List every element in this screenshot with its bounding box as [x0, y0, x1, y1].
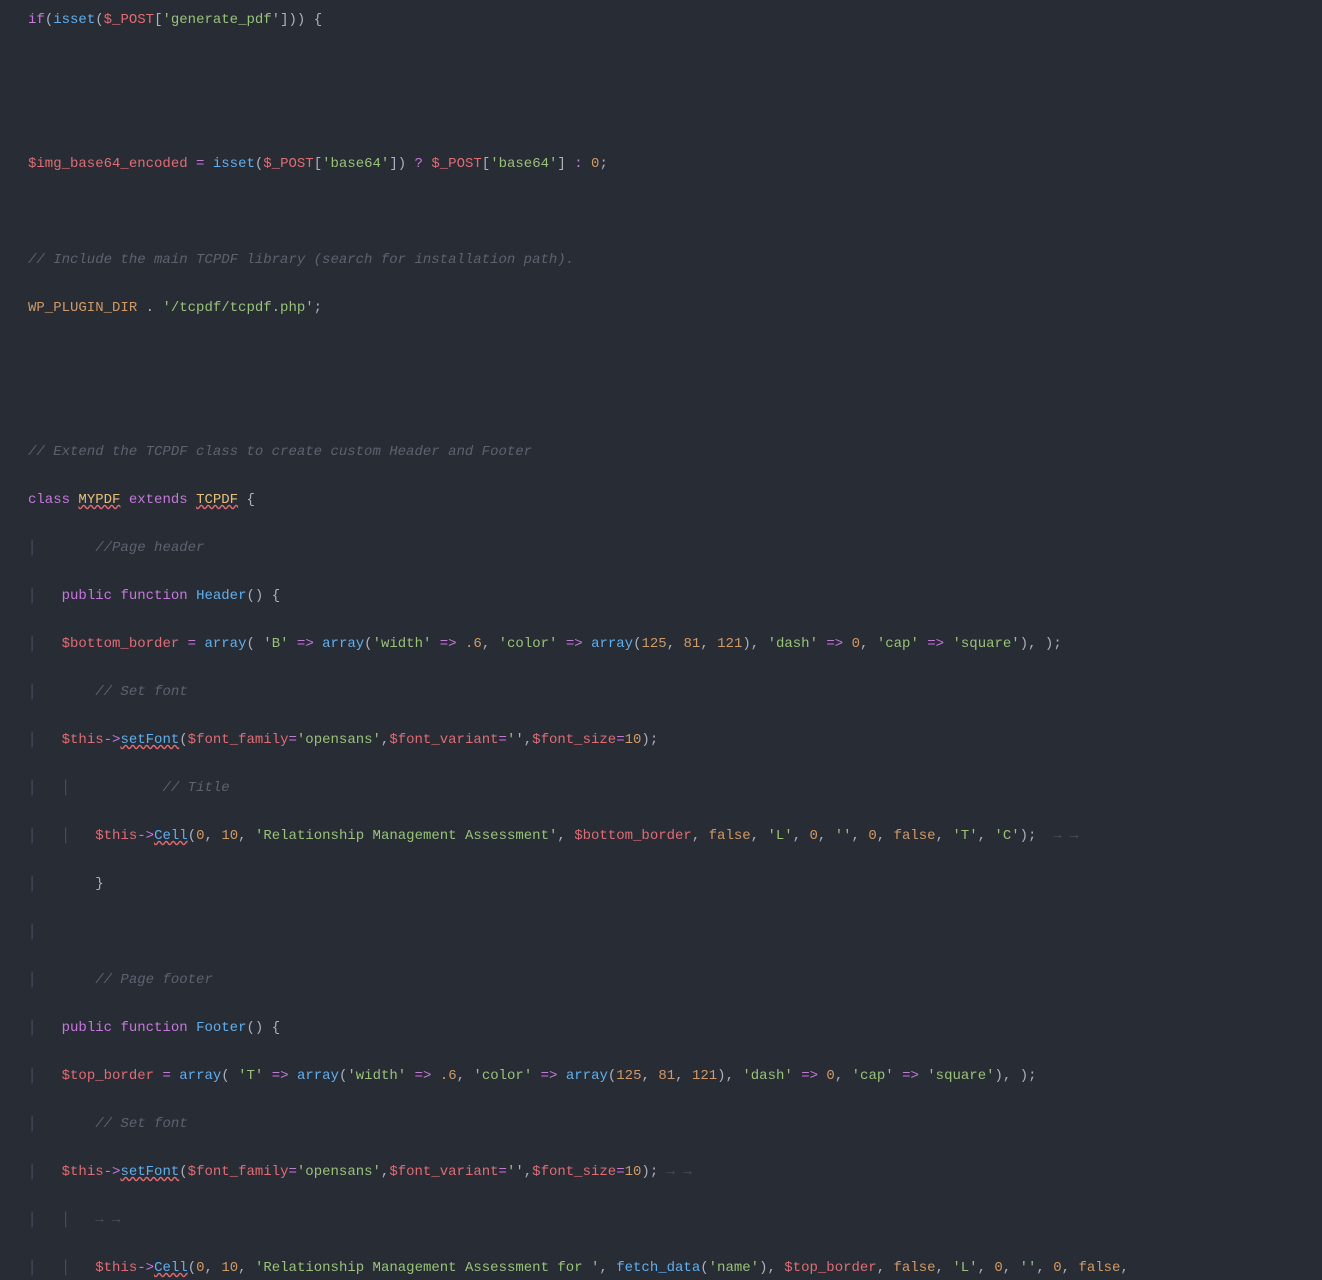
- code-editor[interactable]: if(isset($_POST['generate_pdf'])) { $img…: [28, 8, 1322, 1280]
- code-line: $img_base64_encoded = isset($_POST['base…: [28, 152, 1322, 176]
- code-line: // Include the main TCPDF library (searc…: [28, 248, 1322, 272]
- code-line: [28, 344, 1322, 368]
- code-line: [28, 56, 1322, 80]
- code-line: │: [28, 920, 1322, 944]
- code-line: │ public function Header() {: [28, 584, 1322, 608]
- code-line: │ //Page header: [28, 536, 1322, 560]
- code-line: │ │ $this->Cell(0, 10, 'Relationship Man…: [28, 1256, 1322, 1280]
- code-line: WP_PLUGIN_DIR . '/tcpdf/tcpdf.php';: [28, 296, 1322, 320]
- code-line: // Extend the TCPDF class to create cust…: [28, 440, 1322, 464]
- code-line: │ $this->setFont($font_family='opensans'…: [28, 1160, 1322, 1184]
- code-line: │ // Set font: [28, 680, 1322, 704]
- code-line: if(isset($_POST['generate_pdf'])) {: [28, 8, 1322, 32]
- code-line: [28, 392, 1322, 416]
- code-line: [28, 200, 1322, 224]
- code-line: │ │ $this->Cell(0, 10, 'Relationship Man…: [28, 824, 1322, 848]
- code-line: │ │ → →: [28, 1208, 1322, 1232]
- code-line: │ public function Footer() {: [28, 1016, 1322, 1040]
- code-line: │ // Set font: [28, 1112, 1322, 1136]
- code-line: │ $bottom_border = array( 'B' => array('…: [28, 632, 1322, 656]
- code-line: [28, 104, 1322, 128]
- code-line: │ // Page footer: [28, 968, 1322, 992]
- code-line: │ }: [28, 872, 1322, 896]
- code-line: class MYPDF extends TCPDF {: [28, 488, 1322, 512]
- code-line: │ │ // Title: [28, 776, 1322, 800]
- code-line: │ $this->setFont($font_family='opensans'…: [28, 728, 1322, 752]
- code-line: │ $top_border = array( 'T' => array('wid…: [28, 1064, 1322, 1088]
